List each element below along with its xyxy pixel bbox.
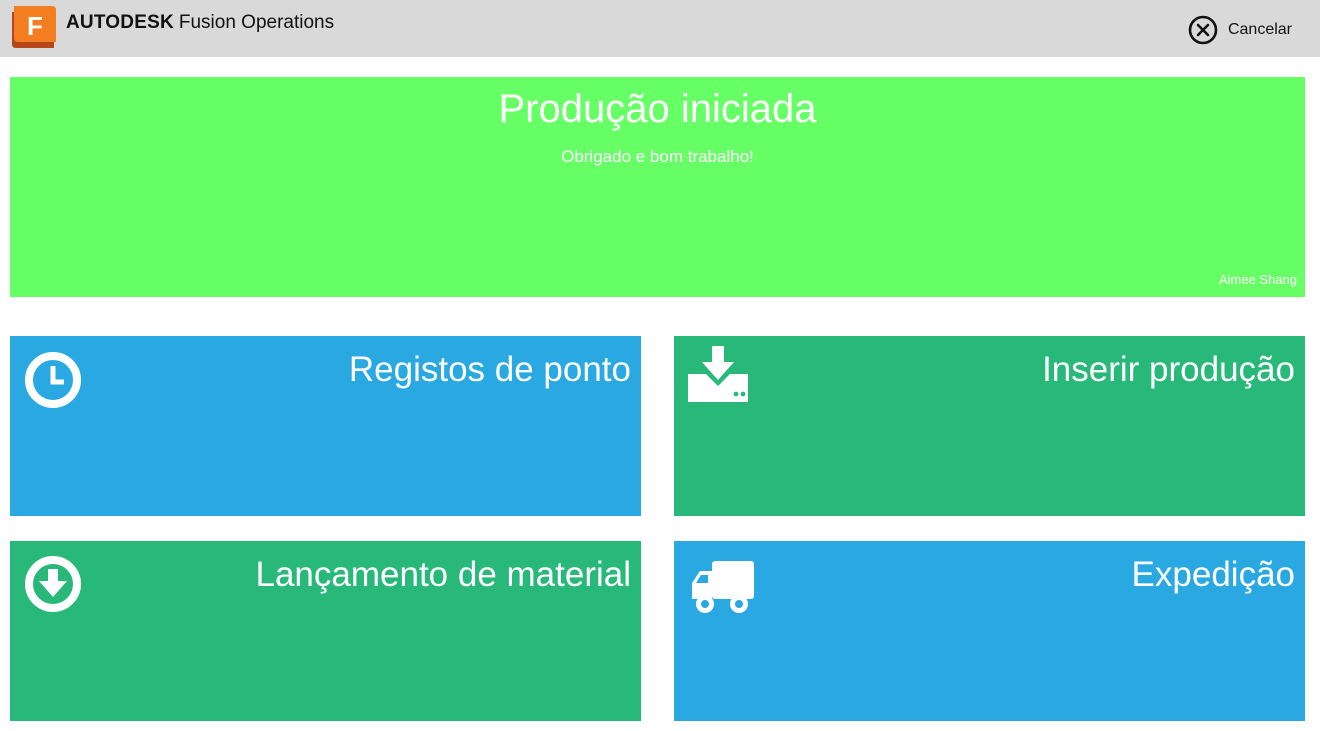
tile-insert-production[interactable]: Inserir produção xyxy=(674,336,1305,516)
logo-letter: F xyxy=(27,11,43,41)
status-banner: Produção iniciada Obrigado e bom trabalh… xyxy=(10,77,1305,297)
tile-material-release[interactable]: Lançamento de material xyxy=(10,541,641,721)
tile-shipping[interactable]: Expedição xyxy=(674,541,1305,721)
tile-label: Registos de ponto xyxy=(348,350,631,389)
close-circle-icon xyxy=(1188,15,1218,45)
arrow-down-circle-icon xyxy=(25,556,81,612)
cancel-label: Cancelar xyxy=(1227,21,1292,38)
tile-time-records[interactable]: Registos de ponto xyxy=(10,336,641,516)
download-tray-icon xyxy=(688,346,748,402)
brand-name: AUTODESK xyxy=(66,12,174,33)
cancel-button[interactable]: Cancelar xyxy=(1188,15,1292,45)
user-name: Aimee Shang xyxy=(1218,272,1297,287)
product-name: Fusion Operations xyxy=(178,12,335,33)
tile-label: Expedição xyxy=(1131,555,1295,594)
truck-icon xyxy=(692,561,754,613)
clock-icon xyxy=(25,352,81,408)
tile-label: Lançamento de material xyxy=(255,555,632,594)
app-title: AUTODESK Fusion Operations xyxy=(66,12,334,36)
banner-subtitle: Obrigado e bom trabalho! xyxy=(561,147,754,166)
fusion-logo-icon: F xyxy=(12,6,56,48)
top-bar: F AUTODESK Fusion Operations Cancelar xyxy=(0,0,1320,57)
tile-label: Inserir produção xyxy=(1042,350,1295,389)
banner-title: Produção iniciada xyxy=(498,87,817,131)
